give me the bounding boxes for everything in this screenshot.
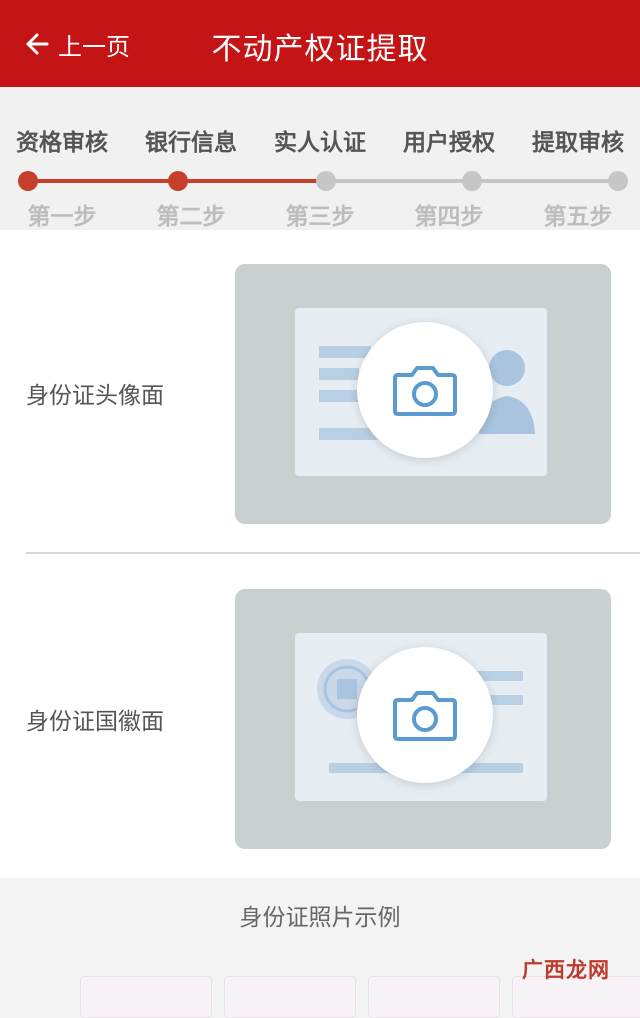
step-label-4: 用户授权 — [403, 130, 495, 156]
page-title: 不动产权证提取 — [211, 32, 429, 67]
section-divider — [26, 552, 640, 554]
progress-line-done-1 — [28, 179, 178, 183]
step-indicator: 资格审核 银行信息 实人认证 用户授权 提取审核 第一步 第二步 第三步 第四步… — [0, 87, 640, 230]
progress-line-pending-1 — [326, 179, 472, 183]
id-front-upload[interactable] — [235, 264, 611, 524]
id-back-upload[interactable] — [235, 589, 611, 849]
step-sub-1: 第一步 — [27, 204, 97, 230]
step-sub-5: 第五步 — [543, 204, 613, 230]
id-front-label: 身份证头像面 — [26, 383, 164, 409]
progress-line-done-2 — [178, 179, 326, 183]
step-sub-2: 第二步 — [156, 204, 226, 230]
step-dot-5 — [608, 171, 628, 191]
upload-section: 身份证头像面 身份证国徽面 — [0, 230, 640, 878]
step-label-2: 银行信息 — [145, 130, 237, 156]
step-sub-3: 第三步 — [285, 204, 355, 230]
app-header: 上一页 不动产权证提取 — [0, 0, 640, 87]
camera-icon — [393, 691, 457, 741]
camera-button-back[interactable] — [357, 647, 493, 783]
step-sub-4: 第四步 — [414, 204, 484, 230]
example-thumb-2 — [224, 976, 356, 1018]
step-dot-3 — [316, 171, 336, 191]
id-back-label: 身份证国徽面 — [26, 709, 164, 735]
camera-button-front[interactable] — [357, 322, 493, 458]
example-thumb-3 — [368, 976, 500, 1018]
example-thumb-1 — [80, 976, 212, 1018]
step-dot-1 — [18, 171, 38, 191]
step-dot-4 — [462, 171, 482, 191]
step-dot-2 — [168, 171, 188, 191]
step-label-5: 提取审核 — [532, 130, 624, 156]
camera-icon — [393, 366, 457, 416]
example-title: 身份证照片示例 — [239, 905, 401, 931]
step-label-1: 资格审核 — [16, 130, 108, 156]
watermark: 广西龙网 — [522, 958, 610, 982]
progress-line-pending-2 — [472, 179, 618, 183]
step-label-3: 实人认证 — [274, 130, 366, 156]
example-section: 身份证照片示例 广西龙网 — [0, 878, 640, 1018]
